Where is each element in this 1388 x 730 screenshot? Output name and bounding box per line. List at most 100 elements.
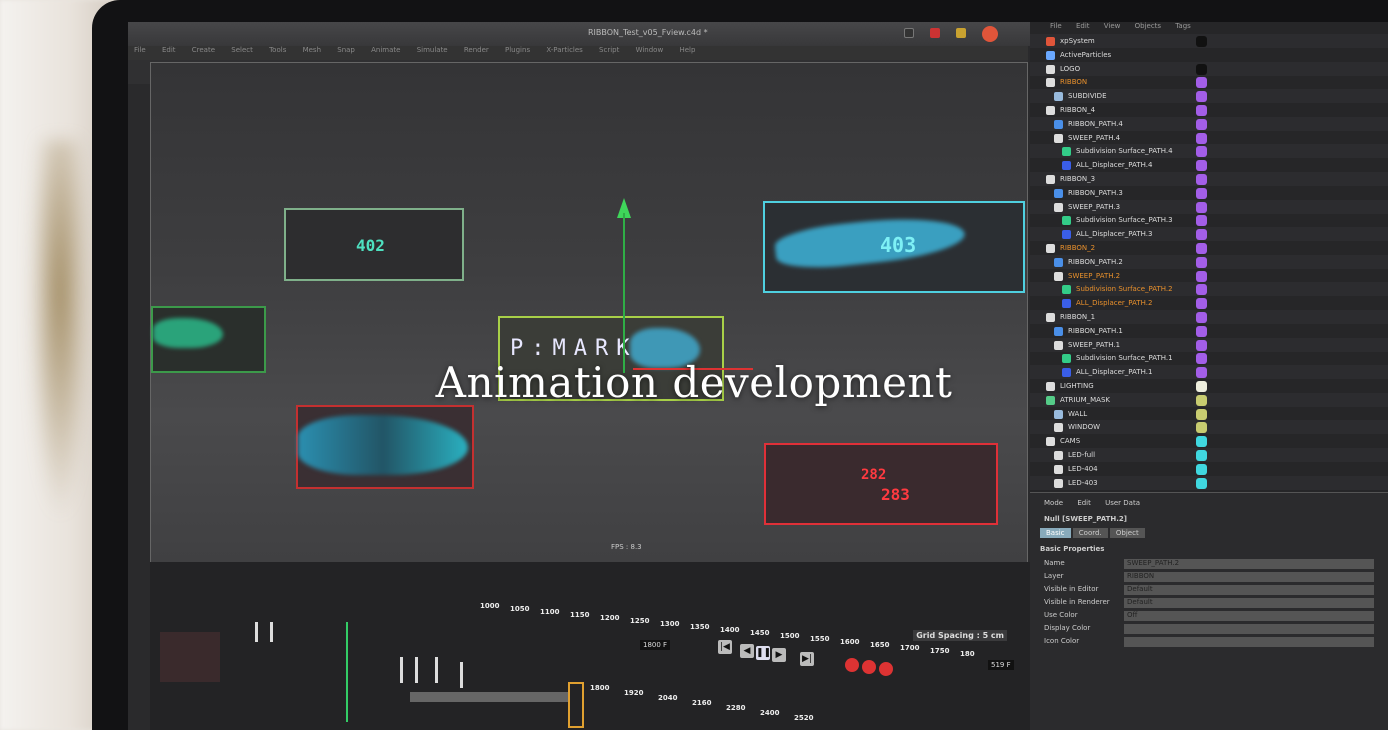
object-row[interactable]: ALL_Displacer_PATH.3 — [1030, 227, 1388, 242]
app-logo-icon[interactable] — [982, 26, 998, 42]
menu-file[interactable]: File — [134, 46, 146, 54]
layer-color-tag[interactable] — [1196, 132, 1207, 144]
layer-color-tag[interactable] — [1196, 36, 1207, 47]
plugin-icon[interactable] — [956, 28, 966, 38]
current-frame[interactable]: 1800 F — [640, 640, 671, 650]
menu-mesh[interactable]: Mesh — [303, 46, 321, 54]
object-row[interactable]: RIBBON_3 — [1030, 172, 1388, 186]
go-to-end-button[interactable]: ▶| — [800, 652, 814, 666]
object-row[interactable]: RIBBON_PATH.3 — [1030, 186, 1388, 200]
object-row[interactable]: RIBBON_PATH.1 — [1030, 324, 1388, 338]
attr-value[interactable]: RIBBON — [1124, 572, 1374, 582]
keyframe[interactable] — [460, 662, 463, 688]
layer-color-tag[interactable] — [1196, 422, 1207, 434]
keyframe-selection-button[interactable] — [879, 662, 893, 676]
menu-plugins[interactable]: Plugins — [505, 46, 530, 54]
menu-window[interactable]: Window — [636, 46, 664, 54]
layer-color-tag[interactable] — [1196, 160, 1207, 172]
selected-key[interactable] — [568, 682, 584, 728]
layer-color-tag[interactable] — [1196, 256, 1207, 268]
menu-render[interactable]: Render — [464, 46, 489, 54]
layer-color-tag[interactable] — [1196, 312, 1207, 323]
menu-animate[interactable]: Animate — [371, 46, 400, 54]
om-menu-tags[interactable]: Tags — [1175, 22, 1191, 30]
go-to-start-button[interactable]: |◀ — [718, 640, 732, 654]
record-button[interactable] — [845, 658, 859, 672]
layer-color-tag[interactable] — [1196, 215, 1207, 227]
layer-color-tag[interactable] — [1196, 463, 1207, 475]
menu-simulate[interactable]: Simulate — [417, 46, 448, 54]
object-row[interactable]: SWEEP_PATH.3 — [1030, 199, 1388, 214]
object-row[interactable]: LED-403 — [1030, 475, 1388, 490]
layer-color-tag[interactable] — [1196, 201, 1207, 213]
timeline[interactable]: 1800 F 519 F |◀ ◀ ❚❚ ▶ ▶| 1000 1050 1100 11… — [150, 562, 1030, 730]
tab-mode[interactable]: Mode — [1044, 499, 1063, 507]
object-row[interactable]: WALL — [1030, 407, 1388, 421]
object-row[interactable]: RIBBON_PATH.2 — [1030, 254, 1388, 269]
object-row[interactable]: SWEEP_PATH.4 — [1030, 131, 1388, 145]
keyframe[interactable] — [415, 657, 418, 683]
attr-value[interactable] — [1124, 637, 1374, 647]
subtab-basic[interactable]: Basic — [1040, 528, 1071, 538]
object-row[interactable]: RIBBON_4 — [1030, 103, 1388, 117]
layer-color-tag[interactable] — [1196, 187, 1207, 199]
object-row[interactable]: CAMS — [1030, 434, 1388, 448]
object-row[interactable]: WINDOW — [1030, 420, 1388, 435]
om-menu-view[interactable]: View — [1104, 22, 1121, 30]
end-frame[interactable]: 519 F — [988, 660, 1014, 670]
om-menu-objects[interactable]: Objects — [1135, 22, 1161, 30]
om-menu-edit[interactable]: Edit — [1076, 22, 1090, 30]
attr-value[interactable]: SWEEP_PATH.2 — [1124, 559, 1374, 569]
layer-color-tag[interactable] — [1196, 243, 1207, 254]
layer-color-tag[interactable] — [1196, 477, 1207, 489]
menu-edit[interactable]: Edit — [162, 46, 176, 54]
object-row[interactable]: RIBBON_PATH.4 — [1030, 116, 1388, 131]
attr-value[interactable]: Default — [1124, 598, 1374, 608]
layer-color-tag[interactable] — [1196, 146, 1207, 158]
layer-color-tag[interactable] — [1196, 77, 1207, 89]
layer-color-tag[interactable] — [1196, 118, 1207, 130]
object-row[interactable]: ALL_Displacer_PATH.2 — [1030, 296, 1388, 310]
object-row[interactable]: RIBBON — [1030, 75, 1388, 89]
layer-color-tag[interactable] — [1196, 339, 1207, 351]
layer-color-tag[interactable] — [1196, 436, 1207, 448]
menu-create[interactable]: Create — [192, 46, 215, 54]
playhead[interactable] — [346, 622, 348, 722]
previous-frame-button[interactable]: ◀ — [740, 644, 754, 658]
keyframe[interactable] — [255, 622, 258, 642]
keyframe[interactable] — [400, 657, 403, 683]
layer-color-tag[interactable] — [1196, 105, 1207, 116]
layer-color-tag[interactable] — [1196, 174, 1207, 185]
layer-color-tag[interactable] — [1196, 229, 1207, 241]
layer-color-tag[interactable] — [1196, 91, 1207, 103]
object-row[interactable]: xpSystem — [1030, 34, 1388, 48]
object-row[interactable]: LED-full — [1030, 448, 1388, 462]
layer-color-tag[interactable] — [1196, 284, 1207, 296]
next-frame-button[interactable]: ▶ — [772, 648, 786, 662]
tab-edit[interactable]: Edit — [1077, 499, 1091, 507]
menu-xparticles[interactable]: X-Particles — [546, 46, 582, 54]
layer-color-tag[interactable] — [1196, 450, 1207, 461]
attr-value[interactable]: Off — [1124, 611, 1374, 621]
layer-color-tag[interactable] — [1196, 270, 1207, 282]
render-icon[interactable] — [930, 28, 940, 38]
layer-color-tag[interactable] — [1196, 408, 1207, 420]
object-row[interactable]: RIBBON_1 — [1030, 310, 1388, 324]
layer-color-tag[interactable] — [1196, 325, 1207, 337]
menu-script[interactable]: Script — [599, 46, 619, 54]
attr-value[interactable]: Default — [1124, 585, 1374, 595]
keyframe[interactable] — [435, 657, 438, 683]
object-row[interactable]: SUBDIVIDE — [1030, 89, 1388, 104]
attr-value[interactable] — [1124, 624, 1374, 634]
tab-user-data[interactable]: User Data — [1105, 499, 1140, 507]
object-row[interactable]: LOGO — [1030, 61, 1388, 76]
pause-button[interactable]: ❚❚ — [756, 646, 771, 660]
layer-color-tag[interactable] — [1196, 63, 1207, 75]
object-row[interactable]: LED-404 — [1030, 462, 1388, 476]
menu-snap[interactable]: Snap — [337, 46, 355, 54]
keyframe[interactable] — [270, 622, 273, 642]
object-row[interactable]: RIBBON_2 — [1030, 241, 1388, 255]
menu-help[interactable]: Help — [679, 46, 695, 54]
menu-select[interactable]: Select — [231, 46, 253, 54]
subtab-coord[interactable]: Coord. — [1072, 528, 1108, 538]
